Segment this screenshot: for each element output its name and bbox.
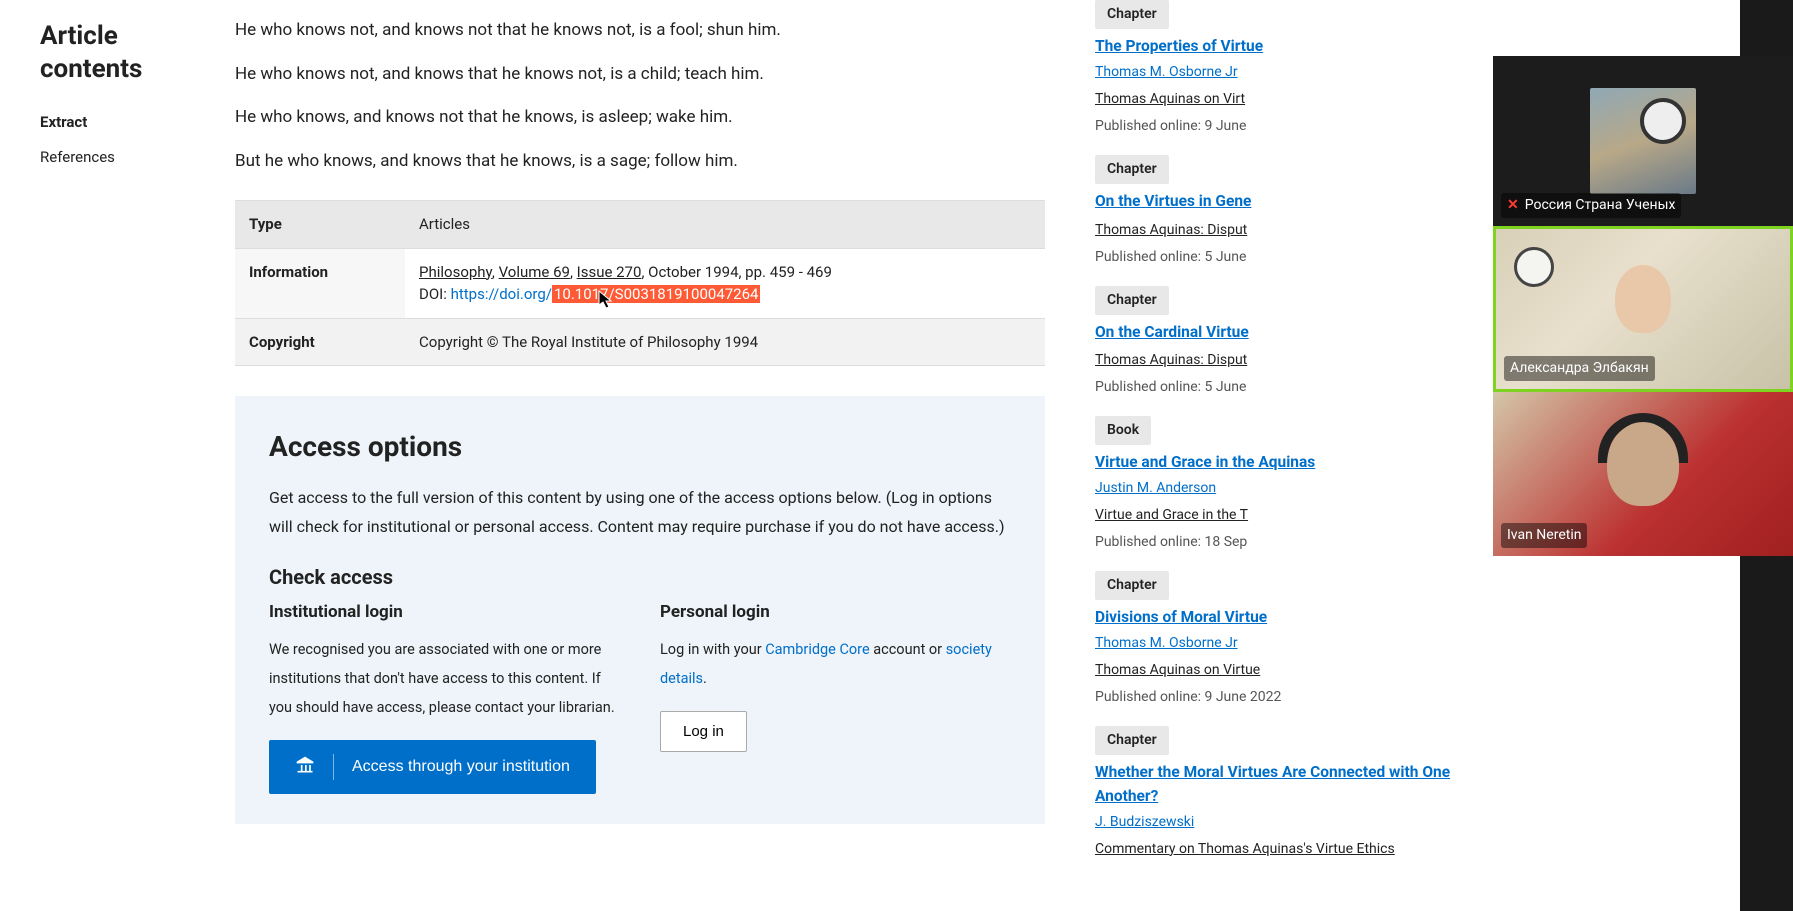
related-type-badge: Book xyxy=(1095,416,1151,445)
participant-label: Александра Элбакян xyxy=(1504,356,1655,381)
video-tile[interactable]: Ivan Neretin xyxy=(1493,392,1793,556)
clock-icon xyxy=(1640,98,1686,144)
participant-label: ✕ Россия Страна Ученых xyxy=(1501,193,1681,218)
video-tile-active[interactable]: Александра Элбакян xyxy=(1493,226,1793,392)
related-item: Chapter Divisions of Moral Virtue Thomas… xyxy=(1095,571,1459,708)
related-title-link[interactable]: On the Virtues in Gene xyxy=(1095,190,1459,213)
institution-icon xyxy=(295,755,315,780)
related-title-link[interactable]: The Properties of Virtue xyxy=(1095,35,1459,58)
related-author-link[interactable]: Justin M. Anderson xyxy=(1095,480,1216,496)
related-source-link[interactable]: Commentary on Thomas Aquinas's Virtue Et… xyxy=(1095,839,1459,860)
related-title-link[interactable]: On the Cardinal Virtue xyxy=(1095,321,1459,344)
muted-icon: ✕ xyxy=(1507,195,1519,216)
date-pages: October 1994, pp. 459 - 469 xyxy=(648,263,832,281)
participant-face xyxy=(1607,422,1679,506)
personal-login-heading: Personal login xyxy=(660,600,1011,626)
article-main: He who knows not, and knows not that he … xyxy=(205,0,1075,911)
related-source-link[interactable]: Thomas Aquinas: Disput xyxy=(1095,220,1459,241)
participant-label: Ivan Neretin xyxy=(1501,523,1587,548)
related-content-sidebar: Chapter The Properties of Virtue Thomas … xyxy=(1075,0,1475,911)
participant-name: Александра Элбакян xyxy=(1510,358,1649,379)
video-call-overlay: ✕ Россия Страна Ученых Александра Элбакя… xyxy=(1493,56,1793,556)
article-contents-sidebar: Article contents Extract References xyxy=(0,0,205,911)
related-type-badge: Chapter xyxy=(1095,155,1169,184)
related-source-link[interactable]: Thomas Aquinas: Disput xyxy=(1095,350,1459,371)
sidebar-item-extract[interactable]: Extract xyxy=(40,105,195,140)
related-item: Chapter The Properties of Virtue Thomas … xyxy=(1095,0,1459,137)
info-row-copyright: Copyright Copyright © The Royal Institut… xyxy=(235,318,1045,366)
related-type-badge: Chapter xyxy=(1095,286,1169,315)
doi-link[interactable]: https://doi.org/10.1017/S003181910004726… xyxy=(451,285,761,303)
info-copyright-label: Copyright xyxy=(235,318,405,366)
institutional-login-heading: Institutional login xyxy=(269,600,620,626)
participant-name: Россия Страна Ученых xyxy=(1525,195,1676,216)
video-tile[interactable]: ✕ Россия Страна Ученых xyxy=(1493,56,1793,226)
article-info-table: Type Articles Information Philosophy, Vo… xyxy=(235,200,1045,366)
info-row-information: Information Philosophy, Volume 69, Issue… xyxy=(235,248,1045,318)
related-title-link[interactable]: Divisions of Moral Virtue xyxy=(1095,606,1459,629)
doi-label: DOI: xyxy=(419,285,451,303)
institutional-login-section: Institutional login We recognised you ar… xyxy=(269,600,620,795)
participant-thumbnail xyxy=(1590,88,1696,194)
issue-link[interactable]: Issue 270 xyxy=(577,263,642,281)
quote-line: He who knows, and knows not that he know… xyxy=(235,105,1045,131)
access-institution-label: Access through your institution xyxy=(352,758,570,776)
access-heading: Access options xyxy=(269,426,1011,468)
volume-link[interactable]: Volume 69 xyxy=(499,263,570,281)
related-published: Published online: 5 June xyxy=(1095,247,1459,268)
info-type-label: Type xyxy=(235,201,405,249)
related-title-link[interactable]: Whether the Moral Virtues Are Connected … xyxy=(1095,761,1459,808)
journal-link[interactable]: Philosophy xyxy=(419,263,492,281)
sidebar-item-references[interactable]: References xyxy=(40,140,195,175)
personal-login-desc: Log in with your Cambridge Core account … xyxy=(660,635,1011,693)
related-type-badge: Chapter xyxy=(1095,0,1169,29)
related-source-link[interactable]: Thomas Aquinas on Virtue xyxy=(1095,660,1459,681)
participant-name: Ivan Neretin xyxy=(1507,525,1581,546)
related-source-link[interactable]: Virtue and Grace in the T xyxy=(1095,505,1459,526)
related-author-link[interactable]: J. Budziszewski xyxy=(1095,814,1194,830)
access-institution-button[interactable]: Access through your institution xyxy=(269,740,596,794)
related-published: Published online: 9 June 2022 xyxy=(1095,687,1459,708)
info-information-value: Philosophy, Volume 69, Issue 270, Octobe… xyxy=(405,248,1045,318)
personal-login-section: Personal login Log in with your Cambridg… xyxy=(660,600,1011,795)
wall-clock-icon xyxy=(1514,247,1554,287)
login-button[interactable]: Log in xyxy=(660,711,747,752)
info-type-value: Articles xyxy=(405,201,1045,249)
related-item: Chapter On the Cardinal Virtue Thomas Aq… xyxy=(1095,286,1459,398)
quote-line: He who knows not, and knows not that he … xyxy=(235,18,1045,44)
related-published: Published online: 9 June xyxy=(1095,116,1459,137)
related-source-link[interactable]: Thomas Aquinas on Virt xyxy=(1095,89,1459,110)
info-information-label: Information xyxy=(235,248,405,318)
related-type-badge: Chapter xyxy=(1095,726,1169,755)
doi-highlighted: 10.1017/S0031819100047264 xyxy=(552,285,761,303)
participant-face xyxy=(1615,265,1671,333)
access-description: Get access to the full version of this c… xyxy=(269,484,1011,542)
institutional-login-desc: We recognised you are associated with on… xyxy=(269,635,620,722)
info-copyright-value: Copyright © The Royal Institute of Philo… xyxy=(405,318,1045,366)
cambridge-core-link[interactable]: Cambridge Core xyxy=(765,641,869,658)
quote-line: But he who knows, and knows that he know… xyxy=(235,149,1045,175)
related-published: Published online: 5 June xyxy=(1095,377,1459,398)
button-separator xyxy=(333,754,334,780)
related-published: Published online: 18 Sep xyxy=(1095,532,1459,553)
related-item: Book Virtue and Grace in the Aquinas Jus… xyxy=(1095,416,1459,553)
related-title-link[interactable]: Virtue and Grace in the Aquinas xyxy=(1095,451,1459,474)
related-author-link[interactable]: Thomas M. Osborne Jr xyxy=(1095,64,1238,80)
check-access-heading: Check access xyxy=(269,562,1011,592)
info-row-type: Type Articles xyxy=(235,201,1045,249)
related-item: Chapter On the Virtues in Gene Thomas Aq… xyxy=(1095,155,1459,267)
related-type-badge: Chapter xyxy=(1095,571,1169,600)
access-options-panel: Access options Get access to the full ve… xyxy=(235,396,1045,824)
related-author-link[interactable]: Thomas M. Osborne Jr xyxy=(1095,635,1238,651)
related-item: Chapter Whether the Moral Virtues Are Co… xyxy=(1095,726,1459,860)
sidebar-heading: Article contents xyxy=(40,20,195,85)
quote-line: He who knows not, and knows that he know… xyxy=(235,62,1045,88)
